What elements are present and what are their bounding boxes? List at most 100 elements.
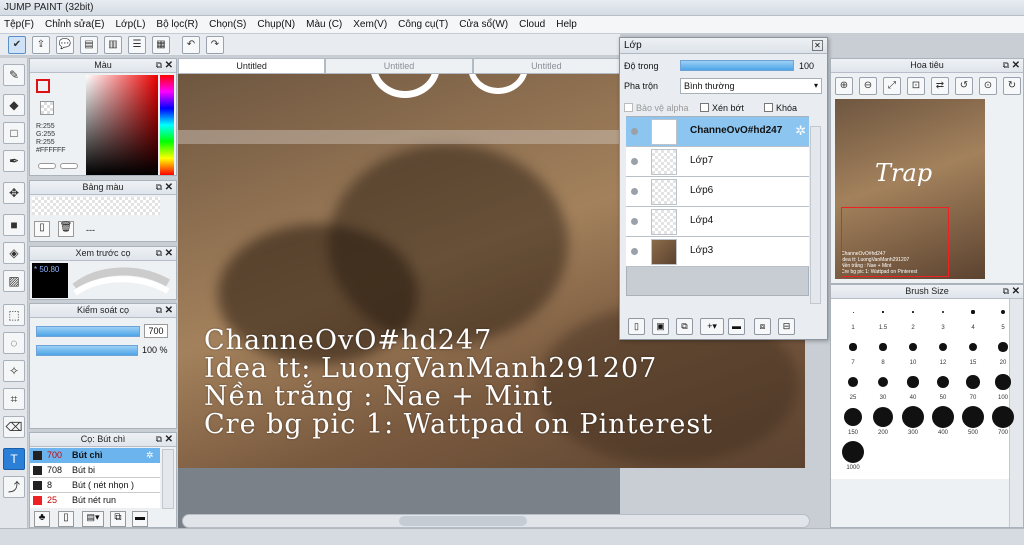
brush-item-ballpoint[interactable]: 708 Bút bi <box>30 463 160 478</box>
zoom-in-icon[interactable]: ⊕ <box>835 77 853 95</box>
layer-list-scrollbar[interactable] <box>810 126 821 304</box>
tab-untitled-2[interactable]: Untitled <box>325 58 473 74</box>
rotate-right-icon[interactable]: ↻ <box>1003 77 1021 95</box>
brush-icon[interactable]: ✎ <box>3 64 25 86</box>
close-icon[interactable]: ✕ <box>165 247 173 260</box>
brush-size-dot[interactable] <box>968 342 978 352</box>
rect-select-icon[interactable]: □ <box>3 122 25 144</box>
brush-size-slider[interactable] <box>36 326 140 337</box>
eye-icon[interactable] <box>631 128 638 135</box>
brush-size-dot[interactable] <box>902 406 924 428</box>
fill-rect-icon[interactable]: ■ <box>3 214 25 236</box>
close-icon[interactable]: ✕ <box>1012 59 1020 72</box>
list-icon[interactable]: ☰ <box>128 36 146 54</box>
menu-window[interactable]: Cửa sổ(W) <box>459 19 508 30</box>
brush-size-dot[interactable] <box>909 343 917 351</box>
float-icon[interactable]: ⧉ <box>156 59 162 72</box>
tab-untitled-1[interactable]: Untitled <box>178 58 326 74</box>
brush-size-dot[interactable] <box>998 342 1008 352</box>
eye-icon[interactable] <box>631 188 638 195</box>
new-layer-icon[interactable]: ▯ <box>628 318 645 335</box>
lasso-icon[interactable]: ◌ <box>3 332 25 354</box>
brush-size-dot[interactable] <box>932 406 954 428</box>
undo-icon[interactable]: ↶ <box>182 36 200 54</box>
canvas-horizontal-scrollbar[interactable] <box>182 514 810 528</box>
duplicate-layer-icon[interactable]: ⧉ <box>676 318 693 335</box>
merge-layer-icon[interactable]: ⧈ <box>754 318 771 335</box>
close-icon[interactable]: ✕ <box>165 181 173 194</box>
lock-checkbox[interactable]: Khóa <box>764 100 797 116</box>
eraser-icon[interactable]: ◆ <box>3 94 25 116</box>
brush-size-dot[interactable] <box>872 406 894 428</box>
brush-size-dot[interactable] <box>995 374 1011 390</box>
brush-item-pencil[interactable]: 700 Bút chì ✲ <box>30 448 160 463</box>
menu-view[interactable]: Xem(V) <box>353 19 387 30</box>
close-icon[interactable]: ✕ <box>165 304 173 317</box>
selection-eraser-icon[interactable]: ⌫ <box>3 416 25 438</box>
brush-size-dot[interactable] <box>877 376 889 388</box>
layer-item[interactable]: Lớp4 <box>626 207 809 237</box>
brush-opacity-slider[interactable] <box>36 345 138 356</box>
color-mode-button-2[interactable] <box>60 163 78 169</box>
selection-pen-icon[interactable]: ⌗ <box>3 388 25 410</box>
brush-item-sharp-pen[interactable]: 8 Bút ( nét nhọn ) <box>30 478 160 493</box>
brush-size-dot[interactable] <box>966 375 980 389</box>
brush-size-dot[interactable] <box>962 406 984 428</box>
brush-size-dot[interactable] <box>843 407 863 427</box>
menu-layer[interactable]: Lớp(L) <box>116 19 146 30</box>
layer-item[interactable]: ChanneOvO#hd247 ✲ <box>626 117 809 147</box>
menu-filter[interactable]: Bộ lọc(R) <box>156 19 198 30</box>
menu-tools[interactable]: Công cụ(T) <box>398 19 448 30</box>
close-icon[interactable]: ✕ <box>1012 285 1020 298</box>
layer-opacity-slider[interactable] <box>680 60 794 71</box>
eye-icon[interactable] <box>631 158 638 165</box>
close-icon[interactable]: ✕ <box>165 433 173 446</box>
reset-rotate-icon[interactable]: ⊙ <box>979 77 997 95</box>
text-tool-icon[interactable]: T <box>3 448 25 470</box>
menu-help[interactable]: Help <box>556 19 577 30</box>
menu-color[interactable]: Màu (C) <box>306 19 342 30</box>
folder-icon[interactable]: ▬ <box>728 318 745 335</box>
float-icon[interactable]: ⧉ <box>156 304 162 317</box>
menu-edit[interactable]: Chỉnh sửa(E) <box>45 19 105 30</box>
eye-icon[interactable] <box>631 248 638 255</box>
brush-size-dot[interactable] <box>879 343 887 351</box>
brush-size-dot[interactable] <box>1001 310 1005 314</box>
hue-slider[interactable] <box>160 75 174 175</box>
brush-menu-icon[interactable]: ▤▾ <box>82 511 104 527</box>
saturation-picker[interactable] <box>86 75 158 175</box>
float-icon[interactable]: ⧉ <box>156 247 162 260</box>
rotate-left-icon[interactable]: ↺ <box>955 77 973 95</box>
brush-size-dot[interactable] <box>941 310 945 314</box>
menu-file[interactable]: Tệp(F) <box>4 19 34 30</box>
scrollbar-thumb[interactable] <box>399 516 527 526</box>
new-brush-icon[interactable]: ▯ <box>58 511 74 527</box>
export-icon[interactable]: ⇪ <box>32 36 50 54</box>
brush-size-dot[interactable] <box>992 406 1014 428</box>
comment-icon[interactable]: 💬 <box>56 36 74 54</box>
tree-icon[interactable]: ♣ <box>34 511 50 527</box>
move-icon[interactable]: ✥ <box>3 182 25 204</box>
brush-size-field[interactable]: 700 <box>144 324 168 338</box>
float-icon[interactable]: ⧉ <box>156 433 162 446</box>
layer-item[interactable]: Lớp3 <box>626 237 809 267</box>
delete-layer-icon[interactable]: ⊟ <box>778 318 795 335</box>
eye-icon[interactable] <box>631 218 638 225</box>
operation-icon[interactable]: ⤴ <box>3 476 25 498</box>
float-icon[interactable]: ⧉ <box>156 181 162 194</box>
brush-size-dot[interactable] <box>882 311 884 313</box>
clipping-checkbox[interactable]: Xén bớt <box>700 100 744 116</box>
pen-icon[interactable]: ✒ <box>3 150 25 172</box>
layer-item[interactable]: Lớp7 <box>626 147 809 177</box>
brush-size-cells[interactable]: 1 1.5 2 3 4 5 7 8 10 12 15 20 25 30 40 50 70 100 150 200 300… <box>830 240 1014 471</box>
gradient-icon[interactable]: ▨ <box>3 270 25 292</box>
menu-capture[interactable]: Chụp(N) <box>257 19 295 30</box>
menu-cloud[interactable]: Cloud <box>519 19 545 30</box>
grid-icon[interactable]: ▦ <box>152 36 170 54</box>
layer-item[interactable]: Lớp6 <box>626 177 809 207</box>
folder-icon[interactable]: ▬ <box>132 511 148 527</box>
blend-mode-select[interactable]: Bình thường ▾ <box>680 78 822 94</box>
brush-size-dot[interactable] <box>912 311 914 313</box>
dotted-rect-icon[interactable]: ⬚ <box>3 304 25 326</box>
brush-size-dot[interactable] <box>842 441 864 463</box>
